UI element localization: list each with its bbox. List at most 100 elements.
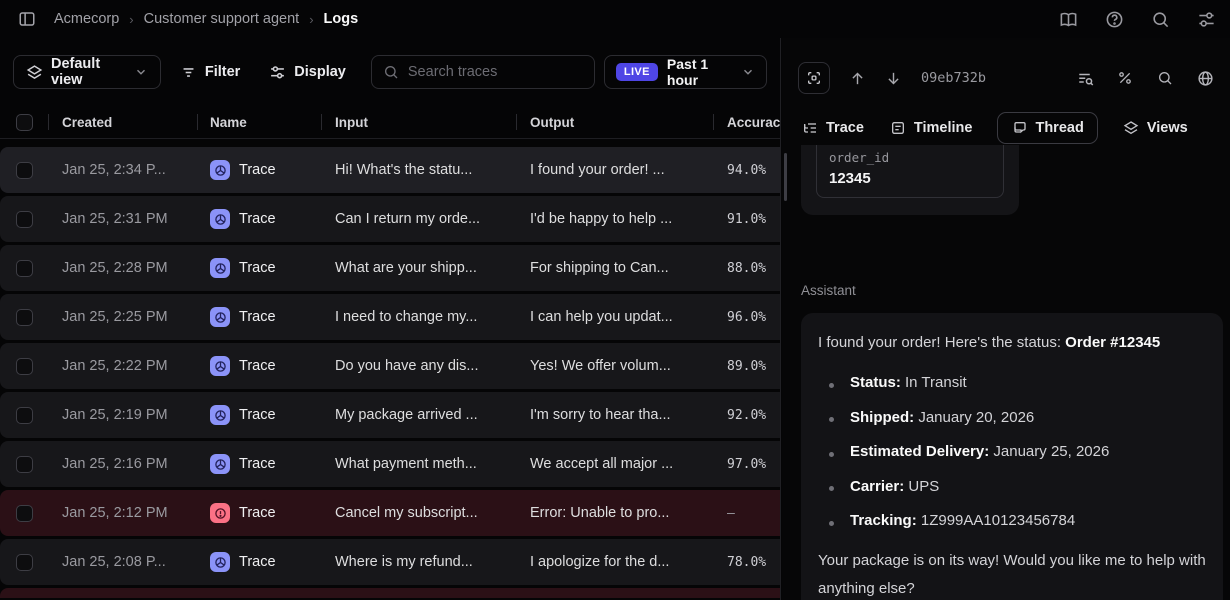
row-input: Can I return my orde...	[321, 211, 516, 227]
column-header-accuracy[interactable]: Accuracy	[713, 106, 781, 138]
breadcrumb-project[interactable]: Customer support agent	[144, 11, 300, 27]
table-row[interactable]: Jan 25, 2:16 PM Trace What payment meth.…	[0, 441, 781, 487]
table-row[interactable]: Jan 25, 2:12 PM Trace Cancel my subscrip…	[0, 490, 781, 536]
bullet-label: Tracking:	[850, 512, 917, 529]
bullet-value: January 20, 2026	[918, 409, 1034, 426]
trace-detail-panel: 09eb732b Trace Tim	[782, 38, 1230, 600]
row-checkbox[interactable]	[16, 358, 33, 375]
help-icon[interactable]	[1105, 10, 1124, 29]
column-header-input[interactable]: Input	[321, 106, 516, 138]
row-created: Jan 25, 2:12 PM	[48, 505, 197, 521]
table-row[interactable]: Jan 25, 2:22 PM Trace Do you have any di…	[0, 343, 781, 389]
row-output: I'd be happy to help ...	[516, 211, 713, 227]
table-row[interactable]: Jan 25, 2:28 PM Trace What are your ship…	[0, 245, 781, 291]
search-traces-input[interactable]	[408, 64, 583, 80]
arrow-up-icon[interactable]	[849, 70, 866, 87]
row-input: What are your shipp...	[321, 260, 516, 276]
trace-table-body: Jan 25, 2:34 P... Trace Hi! What's the s…	[0, 147, 780, 598]
docs-book-icon[interactable]	[1059, 10, 1078, 29]
row-checkbox[interactable]	[16, 407, 33, 424]
bullet-label: Shipped:	[850, 409, 914, 426]
breadcrumb-current-page: Logs	[324, 11, 359, 27]
assistant-intro: I found your order! Here's the status: O…	[818, 328, 1206, 357]
tab-thread[interactable]: Thread	[997, 112, 1097, 144]
bullet-dot-icon	[829, 417, 834, 422]
tab-views[interactable]: Views	[1122, 112, 1189, 144]
row-checkbox[interactable]	[16, 456, 33, 473]
search-icon[interactable]	[1151, 10, 1170, 29]
filter-button[interactable]: Filter	[170, 55, 250, 89]
row-input: I need to change my...	[321, 309, 516, 325]
tab-timeline-label: Timeline	[914, 120, 973, 136]
bullet-value: UPS	[908, 478, 939, 495]
row-created: Jan 25, 2:28 PM	[48, 260, 197, 276]
assistant-message-card: I found your order! Here's the status: O…	[801, 313, 1223, 600]
breadcrumb: Acmecorp › Customer support agent › Logs	[54, 11, 358, 27]
assistant-bullet-item: Carrier: UPS	[818, 472, 1206, 507]
table-row[interactable]: Jan 25, 2:19 PM Trace My package arrived…	[0, 392, 781, 438]
globe-icon[interactable]	[1197, 70, 1214, 87]
row-checkbox[interactable]	[16, 505, 33, 522]
row-trace-label: Trace	[239, 505, 276, 521]
row-trace-label: Trace	[239, 358, 276, 374]
table-row[interactable]: Jan 25, 2:31 PM Trace Can I return my or…	[0, 196, 781, 242]
tab-trace[interactable]: Trace	[801, 112, 865, 144]
table-row[interactable]: Jan 25, 2:25 PM Trace I need to change m…	[0, 294, 781, 340]
table-row-partial[interactable]	[0, 588, 781, 598]
row-accuracy: 78.0%	[713, 555, 781, 570]
trace-icon	[210, 160, 230, 180]
argument-key: order_id	[829, 150, 991, 165]
breadcrumb-separator: ›	[129, 12, 133, 27]
table-row[interactable]: Jan 25, 2:08 P... Trace Where is my refu…	[0, 539, 781, 585]
row-checkbox[interactable]	[16, 211, 33, 228]
table-row[interactable]: Jan 25, 2:34 P... Trace Hi! What's the s…	[0, 147, 781, 193]
assistant-bullet-item: Shipped: January 20, 2026	[818, 403, 1206, 438]
view-selector-button[interactable]: Default view	[13, 55, 161, 89]
display-sliders-icon	[269, 64, 286, 81]
column-header-name[interactable]: Name	[197, 106, 321, 138]
tab-timeline[interactable]: Timeline	[889, 112, 974, 144]
row-accuracy: 89.0%	[713, 359, 781, 374]
arrow-down-icon[interactable]	[885, 70, 902, 87]
display-button[interactable]: Display	[259, 55, 356, 89]
breadcrumb-org[interactable]: Acmecorp	[54, 11, 119, 27]
panel-scrollbar[interactable]	[784, 153, 787, 201]
row-output: We accept all major ...	[516, 456, 713, 472]
settings-sliders-icon[interactable]	[1197, 10, 1216, 29]
row-checkbox[interactable]	[16, 260, 33, 277]
row-trace-label: Trace	[239, 554, 276, 570]
tab-thread-label: Thread	[1035, 120, 1083, 136]
row-accuracy: 94.0%	[713, 163, 781, 178]
argument-box: order_id 12345	[816, 145, 1004, 198]
logs-toolbar: Default view Filter Display LIVE Past	[0, 38, 780, 106]
panel-tabs: Trace Timeline Thread Views	[782, 109, 1230, 146]
error-trace-icon	[210, 503, 230, 523]
time-range-button[interactable]: LIVE Past 1 hour	[604, 55, 767, 89]
column-header-output[interactable]: Output	[516, 106, 713, 138]
row-accuracy: 97.0%	[713, 457, 781, 472]
row-input: Do you have any dis...	[321, 358, 516, 374]
row-input: Where is my refund...	[321, 554, 516, 570]
search-icon[interactable]	[1157, 70, 1174, 87]
bullet-value: 1Z999AA10123456784	[921, 512, 1075, 529]
sidebar-toggle-icon[interactable]	[14, 6, 40, 32]
assistant-bullet-item: Estimated Delivery: January 25, 2026	[818, 437, 1206, 472]
row-output: I apologize for the d...	[516, 554, 713, 570]
select-all-checkbox[interactable]	[16, 114, 33, 131]
row-checkbox[interactable]	[16, 162, 33, 179]
logs-table-region: Default view Filter Display LIVE Past	[0, 38, 781, 600]
row-output: Error: Unable to pro...	[516, 505, 713, 521]
row-trace-label: Trace	[239, 211, 276, 227]
expand-icon[interactable]	[798, 62, 830, 94]
row-checkbox[interactable]	[16, 554, 33, 571]
bullet-value: In Transit	[905, 374, 967, 391]
filter-label: Filter	[205, 64, 240, 80]
row-created: Jan 25, 2:31 PM	[48, 211, 197, 227]
layers-icon	[1123, 120, 1139, 136]
column-header-created[interactable]: Created	[48, 106, 197, 138]
row-checkbox[interactable]	[16, 309, 33, 326]
percent-icon[interactable]	[1117, 70, 1134, 87]
row-accuracy: 88.0%	[713, 261, 781, 276]
trace-icon	[210, 405, 230, 425]
list-search-icon[interactable]	[1077, 70, 1094, 87]
